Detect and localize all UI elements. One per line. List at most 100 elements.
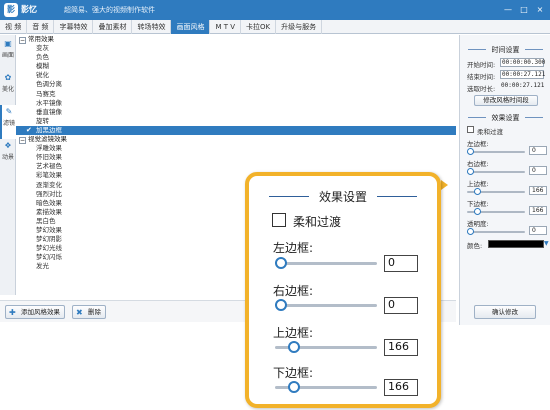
zoom-top-border-label: 上边框: bbox=[273, 326, 314, 340]
tree-item[interactable]: 水平镜像 bbox=[16, 99, 456, 108]
end-time-label: 结束时间: bbox=[467, 73, 496, 81]
tree-item[interactable]: 锐化 bbox=[16, 71, 456, 80]
settings-panel: 时间设置 开始时间: 00:00:00.300 结束时间: 00:00:27.1… bbox=[459, 35, 550, 325]
tree-group-common[interactable]: − 常用效果 bbox=[16, 35, 456, 44]
slider-knob[interactable] bbox=[474, 208, 481, 215]
left-border-label: 左边框: bbox=[467, 140, 489, 148]
tree-item[interactable]: 变灰 bbox=[16, 44, 456, 53]
tree-item[interactable]: 垂直镜像 bbox=[16, 108, 456, 117]
side-tab-label: 滤镜 bbox=[2, 120, 15, 127]
side-tab-label: 美化 bbox=[1, 86, 14, 93]
effect-settings-zoom-callout: 效果设置 柔和过渡 左边框: 0 右边框: 0 上边框: 166 下边框: 16… bbox=[245, 172, 441, 408]
add-style-effect-button[interactable]: ✚ 添加风格效果 bbox=[5, 305, 65, 319]
tab-overlay[interactable]: 叠加素材 bbox=[93, 20, 133, 34]
confirm-modify-button[interactable]: 确认修改 bbox=[474, 305, 536, 319]
start-time-label: 开始时间: bbox=[467, 61, 496, 69]
slider-knob[interactable] bbox=[467, 168, 474, 175]
zoom-left-border-input[interactable]: 0 bbox=[384, 255, 418, 272]
opacity-slider[interactable] bbox=[467, 228, 525, 235]
top-border-input[interactable]: 166 bbox=[529, 186, 547, 195]
app-slogan: 超简易、强大的视频制作软件 bbox=[64, 6, 155, 14]
callout-pointer bbox=[441, 180, 448, 190]
tab-upgrade-service[interactable]: 升级与服务 bbox=[276, 20, 323, 34]
tree-item[interactable]: 浮雕效果 bbox=[16, 144, 456, 153]
time-settings-title: 时间设置 bbox=[460, 45, 550, 55]
side-tab-picture[interactable]: ▣ 画面 bbox=[0, 37, 16, 71]
opacity-input[interactable]: 0 bbox=[529, 226, 547, 235]
zoom-effect-settings-title: 效果设置 bbox=[249, 188, 437, 205]
side-tab-strip: ▣ 画面 ✿ 美化 ✎ 滤镜 ❖ 动景 bbox=[0, 35, 16, 295]
title-bar: 影 影忆 超简易、强大的视频制作软件 — □ × bbox=[0, 0, 550, 20]
close-button[interactable]: × bbox=[534, 4, 546, 16]
side-tab-beautify[interactable]: ✿ 美化 bbox=[0, 71, 16, 105]
zoom-bottom-border-slider[interactable] bbox=[275, 381, 377, 393]
bottom-border-slider[interactable] bbox=[467, 208, 525, 215]
tree-item[interactable]: 色调分离 bbox=[16, 80, 456, 89]
tab-subtitle-effects[interactable]: 字幕特效 bbox=[54, 20, 94, 34]
modify-style-time-button[interactable]: 修改风格时间段 bbox=[474, 95, 538, 106]
minimize-button[interactable]: — bbox=[502, 4, 514, 16]
chevron-down-icon[interactable]: ▼ bbox=[544, 240, 550, 248]
top-border-slider[interactable] bbox=[467, 188, 525, 195]
slider-knob[interactable] bbox=[275, 299, 287, 311]
delete-icon: ✖ bbox=[76, 308, 83, 317]
window-controls: — □ × bbox=[502, 4, 546, 16]
zoom-top-border-slider[interactable] bbox=[275, 341, 377, 353]
duration-value: 00:00:27.121 bbox=[501, 82, 545, 89]
duration-label: 选取时长: bbox=[467, 85, 496, 93]
zoom-bottom-border-input[interactable]: 166 bbox=[384, 379, 418, 396]
smooth-transition-label: 柔和过渡 bbox=[477, 128, 503, 136]
left-border-input[interactable]: 0 bbox=[529, 146, 547, 155]
zoom-top-border-input[interactable]: 166 bbox=[384, 339, 418, 356]
tree-group-visual-filter[interactable]: − 视觉滤镜效果 bbox=[16, 135, 456, 145]
motion-icon: ❖ bbox=[4, 141, 12, 150]
zoom-smooth-transition-checkbox[interactable] bbox=[272, 213, 286, 227]
tree-item[interactable]: 负色 bbox=[16, 53, 456, 62]
color-label: 颜色: bbox=[467, 242, 483, 250]
tab-video[interactable]: 视 频 bbox=[0, 20, 28, 34]
tree-item[interactable]: 模糊 bbox=[16, 62, 456, 71]
tree-item[interactable]: 怀旧效果 bbox=[16, 153, 456, 162]
checkmark-icon: ✔ bbox=[26, 125, 32, 134]
tree-item[interactable]: 艺术褪色 bbox=[16, 162, 456, 171]
start-time-field[interactable]: 00:00:00.300 bbox=[500, 58, 545, 67]
right-border-slider[interactable] bbox=[467, 168, 525, 175]
tree-item[interactable]: 旋转 bbox=[16, 117, 456, 126]
zoom-left-border-label: 左边框: bbox=[273, 241, 314, 255]
side-tab-motion[interactable]: ❖ 动景 bbox=[0, 139, 16, 173]
tree-item-selected[interactable]: ✔ 加黑边框 bbox=[16, 125, 456, 136]
brush-icon: ✎ bbox=[5, 107, 13, 116]
zoom-left-border-slider[interactable] bbox=[275, 257, 377, 269]
opacity-label: 透明度: bbox=[467, 220, 489, 228]
slider-knob[interactable] bbox=[467, 228, 474, 235]
slider-knob[interactable] bbox=[275, 257, 287, 269]
collapse-icon[interactable]: − bbox=[19, 37, 26, 44]
slider-knob[interactable] bbox=[288, 341, 300, 353]
slider-knob[interactable] bbox=[467, 148, 474, 155]
end-time-field[interactable]: 00:00:27.121 bbox=[500, 70, 545, 79]
bottom-border-label: 下边框: bbox=[467, 200, 489, 208]
maximize-button[interactable]: □ bbox=[518, 4, 530, 16]
color-picker[interactable] bbox=[488, 240, 544, 248]
right-border-input[interactable]: 0 bbox=[529, 166, 547, 175]
zoom-right-border-label: 右边框: bbox=[273, 284, 314, 298]
tab-transitions[interactable]: 转场特效 bbox=[132, 20, 172, 34]
add-effect-icon: ✚ bbox=[9, 308, 16, 317]
tree-item[interactable]: 马赛克 bbox=[16, 90, 456, 99]
slider-knob[interactable] bbox=[474, 188, 481, 195]
zoom-right-border-input[interactable]: 0 bbox=[384, 297, 418, 314]
side-tab-filter[interactable]: ✎ 滤镜 bbox=[0, 105, 16, 139]
smooth-transition-checkbox[interactable] bbox=[467, 126, 474, 133]
left-border-slider[interactable] bbox=[467, 148, 525, 155]
collapse-icon[interactable]: − bbox=[19, 137, 26, 145]
tab-mtv[interactable]: M T V bbox=[210, 20, 242, 34]
slider-knob[interactable] bbox=[288, 381, 300, 393]
tab-picture-style[interactable]: 画面风格 bbox=[171, 20, 211, 34]
picture-icon: ▣ bbox=[4, 39, 12, 48]
zoom-right-border-slider[interactable] bbox=[275, 299, 377, 311]
bottom-border-input[interactable]: 166 bbox=[529, 206, 547, 215]
top-border-label: 上边框: bbox=[467, 180, 489, 188]
delete-button[interactable]: ✖ 删除 bbox=[72, 305, 106, 319]
tab-audio[interactable]: 音 频 bbox=[27, 20, 55, 34]
tab-karaoke[interactable]: 卡拉OK bbox=[241, 20, 277, 34]
